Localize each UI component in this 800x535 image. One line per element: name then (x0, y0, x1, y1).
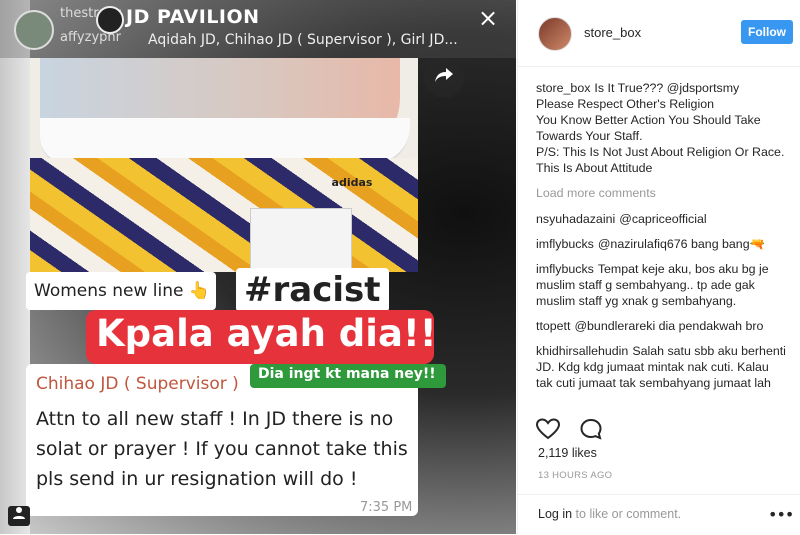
green-banner-text: Dia ingt kt mana ney!! (258, 366, 436, 382)
chat-message: Attn to all new staff ! In JD there is n… (36, 408, 408, 490)
comment-username[interactable]: imflybucks (536, 262, 594, 276)
comment-item: ttopett @bundlerareki dia pendakwah bro (536, 318, 786, 334)
comment-item: imflybucks Tempat keje aku, bos aku bg je… (536, 261, 786, 309)
load-more-comments-button[interactable]: Load more comments (536, 185, 786, 201)
caption-line: P/S: This Is Not Just About Religion Or … (536, 145, 785, 175)
comment-text: @nazirulafiq676 bang bang🔫 (597, 237, 766, 251)
comment-username[interactable]: imflybucks (536, 237, 594, 251)
comment-item: nsyuhadazaini @capriceofficial (536, 211, 786, 227)
login-prompt: Log in to like or comment. ••• (518, 494, 800, 535)
story-group-title: JD PAVILION (126, 6, 260, 28)
comment-text: @capriceofficial (619, 212, 707, 226)
caption-username[interactable]: store_box (536, 81, 590, 95)
close-icon[interactable]: × (478, 4, 498, 32)
box-label (250, 208, 352, 270)
follow-button[interactable]: Follow (741, 20, 793, 44)
login-text: Log in to like or comment. (538, 507, 681, 521)
comment-username[interactable]: ttopett (536, 319, 570, 333)
shoe-image: adidas (30, 58, 418, 272)
story-participants: Aqidah JD, Chihao JD ( Supervisor ), Gir… (148, 32, 458, 48)
login-link[interactable]: Log in (538, 507, 572, 521)
post-photo[interactable]: adidas thestraits affyzyphr JD PAVILION … (0, 0, 516, 534)
author-username[interactable]: store_box (584, 25, 641, 40)
caption-line: Is It True??? @jdsportsmy (594, 81, 740, 95)
comment-item: khidhirsallehudin Salah satu sbb aku berh… (536, 343, 786, 391)
avatar[interactable] (538, 17, 572, 51)
more-options-icon[interactable]: ••• (768, 505, 794, 524)
post-header: store_box Follow (518, 0, 800, 67)
post-timestamp[interactable]: 13 HOURS AGO (538, 470, 612, 481)
comment-icon[interactable] (579, 418, 607, 442)
tag-person-icon[interactable] (8, 506, 30, 526)
comment-username[interactable]: khidhirsallehudin (536, 344, 628, 358)
caption: store_box Is It True??? @jdsportsmy Pleas… (536, 80, 786, 176)
post-sidebar: store_box Follow store_box Is It True??? … (517, 0, 800, 534)
adidas-logo: adidas (331, 176, 373, 189)
likes-count[interactable]: 2,119 likes (538, 446, 597, 460)
caption-line: Please Respect Other's Religion (536, 97, 714, 111)
comments-list: store_box Is It True??? @jdsportsmy Pleas… (536, 80, 786, 400)
comment-username[interactable]: nsyuhadazaini (536, 212, 615, 226)
comment-text: @bundlerareki dia pendakwah bro (574, 319, 764, 333)
story-avatar (14, 10, 54, 50)
chat-timestamp: 7:35 PM (360, 500, 413, 515)
login-rest: to like or comment. (575, 507, 682, 521)
red-banner-text: Kpala ayah dia!! (96, 312, 437, 355)
hashtag-sticker: #racist (236, 268, 389, 312)
chat-sender-name: Chihao JD ( Supervisor ) (36, 374, 239, 394)
chat-first-text: Womens new line 👆 (34, 281, 211, 301)
share-arrow-icon[interactable] (424, 58, 464, 98)
heart-icon[interactable] (535, 418, 564, 442)
post-actions (535, 418, 617, 442)
caption-line: You Know Better Action You Should Take T… (536, 113, 761, 143)
comment-item: imflybucks @nazirulafiq676 bang bang🔫 (536, 236, 786, 252)
group-avatar (96, 6, 124, 34)
